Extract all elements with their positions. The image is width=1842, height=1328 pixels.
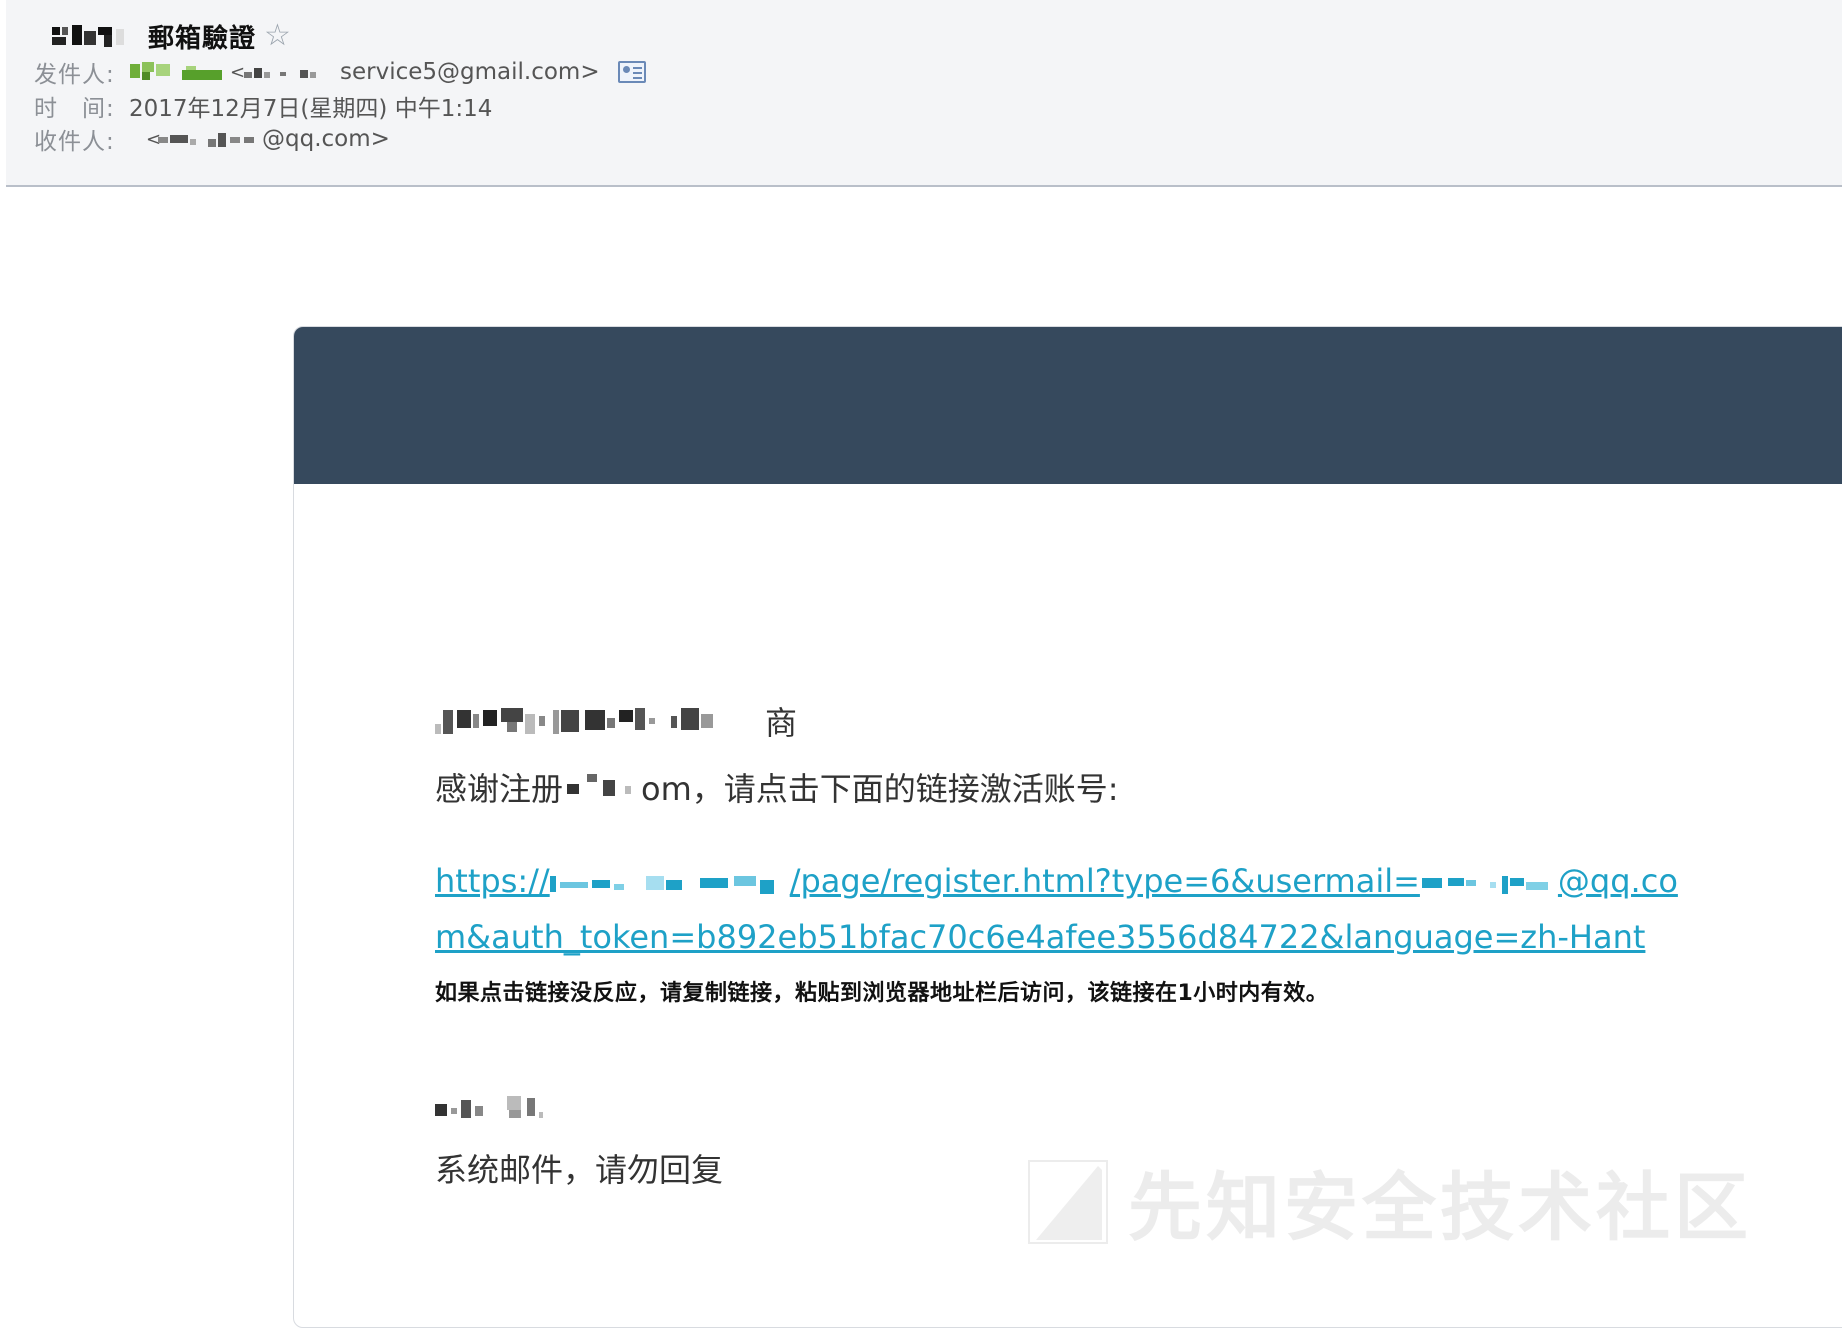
contact-card-icon[interactable] — [617, 61, 646, 83]
redacted-subject-prefix — [52, 25, 124, 47]
redacted-site-name — [567, 774, 632, 796]
time-label: 时 间: — [34, 96, 115, 122]
greeting-suffix: 商 — [765, 704, 798, 742]
thanks-prefix: 感谢注册 — [435, 770, 564, 808]
recipient-label: 收件人: — [34, 129, 115, 155]
watermark-logo-icon — [1028, 1159, 1108, 1244]
redacted-greeting-name — [435, 708, 713, 734]
time-value: 2017年12月7日(星期四) 中午1:14 — [129, 96, 493, 122]
thanks-suffix: om，请点击下面的链接激活账号: — [641, 770, 1119, 808]
email-banner — [294, 327, 1842, 484]
recipient-row: 收件人: < @qq.com> — [34, 121, 390, 157]
email-subject: 郵箱驗證 — [148, 23, 257, 54]
hint-text: 如果点击链接没反应，请复制链接，粘贴到浏览器地址栏后访问，该链接在1小时内有效。 — [435, 981, 1329, 1006]
redacted-sender-name — [130, 62, 222, 80]
subject-row: 郵箱驗證 ☆ — [52, 16, 291, 56]
mail-header: 郵箱驗證 ☆ 发件人: < service5@gmail.com> 时 间: 2… — [6, 0, 1842, 187]
watermark-text: 先知安全技术社区 — [1128, 1165, 1752, 1251]
thanks-line: 感谢注册 om，请点击下面的链接激活账号: — [435, 763, 1735, 811]
link-prefix[interactable]: https:// — [435, 862, 550, 900]
sender-label: 发件人: — [34, 62, 115, 88]
time-row: 时 间: 2017年12月7日(星期四) 中午1:14 — [34, 88, 492, 124]
sender-row: 发件人: < service5@gmail.com> — [34, 54, 646, 90]
redacted-sender-alias: < — [230, 62, 316, 83]
watermark: 先知安全技术社区 — [1028, 1148, 1752, 1255]
sender-email[interactable]: service5@gmail.com> — [340, 59, 600, 85]
redacted-link-email — [1421, 876, 1548, 894]
signature-line — [435, 1087, 1735, 1127]
recipient-email[interactable]: @qq.com> — [262, 126, 390, 152]
redacted-link-domain — [549, 876, 774, 894]
star-icon[interactable]: ☆ — [264, 21, 291, 51]
redacted-signature — [435, 1096, 543, 1118]
link-part2[interactable]: /page/register.html?type=6&usermail= — [790, 862, 1420, 900]
greeting-line: 商 — [435, 697, 1735, 745]
redacted-recipient-prefix: < — [146, 129, 254, 150]
email-body: 商 感谢注册 om，请点击下面的链接激活账号: https:// /page/r… — [435, 697, 1735, 1191]
activation-link[interactable]: https:// /page/register.html?type=6&user… — [435, 853, 1705, 965]
svg-text:<: < — [230, 62, 245, 83]
